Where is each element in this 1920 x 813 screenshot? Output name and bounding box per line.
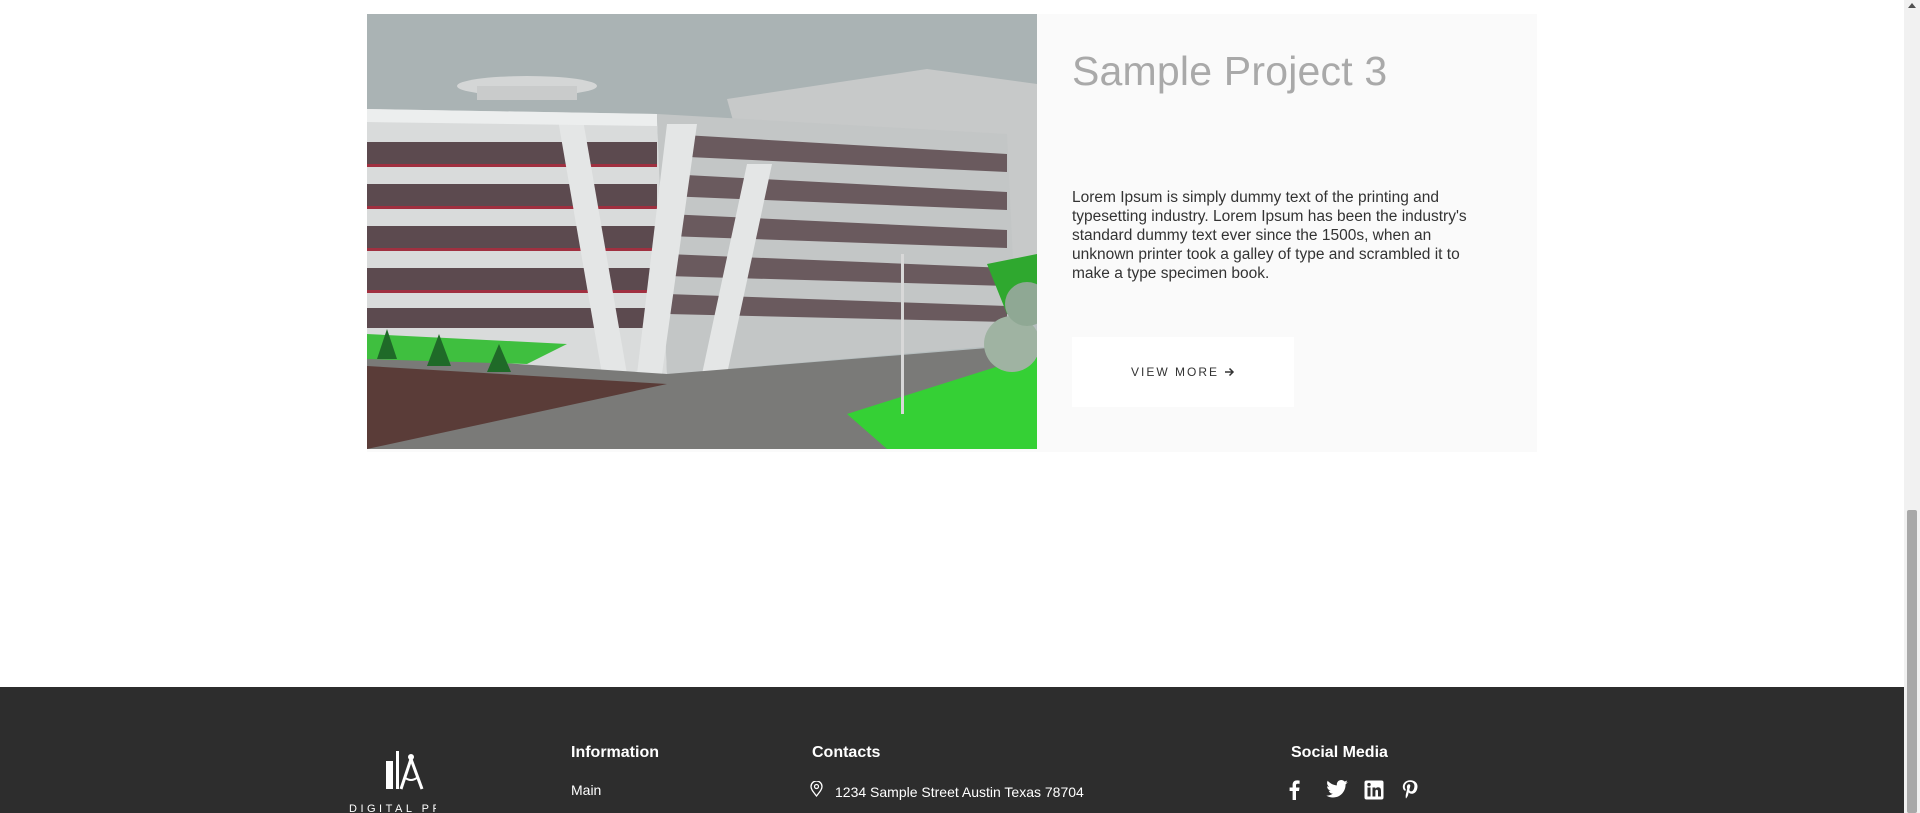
linkedin-icon[interactable] <box>1364 780 1388 802</box>
social-links <box>1288 780 1426 802</box>
twitter-icon[interactable] <box>1326 780 1350 802</box>
footer-link-main[interactable]: Main <box>571 782 601 798</box>
scrollbar-thumb[interactable] <box>1907 510 1917 813</box>
pinterest-icon[interactable] <box>1402 780 1426 802</box>
view-more-button[interactable]: VIEW MORE <box>1072 337 1294 407</box>
facebook-icon[interactable] <box>1288 780 1312 802</box>
footer-logo[interactable]: DIGITAL PROJECT <box>346 743 436 813</box>
logo-mark-icon <box>386 751 424 790</box>
project-description: Lorem Ipsum is simply dummy text of the … <box>1072 189 1467 282</box>
address-text: 1234 Sample Street Austin Texas 78704 <box>835 783 1084 800</box>
footer: DIGITAL PROJECT Information Main Contact… <box>0 687 1904 813</box>
logo-text: DIGITAL PROJECT <box>349 803 436 813</box>
contact-address: 1234 Sample Street Austin Texas 78704 <box>810 780 1084 802</box>
social-media-heading: Social Media <box>1291 744 1388 761</box>
project-card: Sample Project 3 Lorem Ipsum is simply d… <box>367 14 1537 452</box>
map-pin-icon <box>810 780 823 802</box>
project-title: Sample Project 3 <box>1072 48 1388 94</box>
contacts-heading: Contacts <box>812 744 881 761</box>
vertical-scrollbar[interactable] <box>1904 0 1920 813</box>
arrow-right-icon <box>1224 365 1235 380</box>
information-heading: Information <box>571 744 659 761</box>
view-more-label: VIEW MORE <box>1130 365 1219 379</box>
page: Sample Project 3 Lorem Ipsum is simply d… <box>0 0 1904 813</box>
scroll-up-icon[interactable] <box>1908 3 1916 8</box>
project-image[interactable] <box>367 14 1037 449</box>
